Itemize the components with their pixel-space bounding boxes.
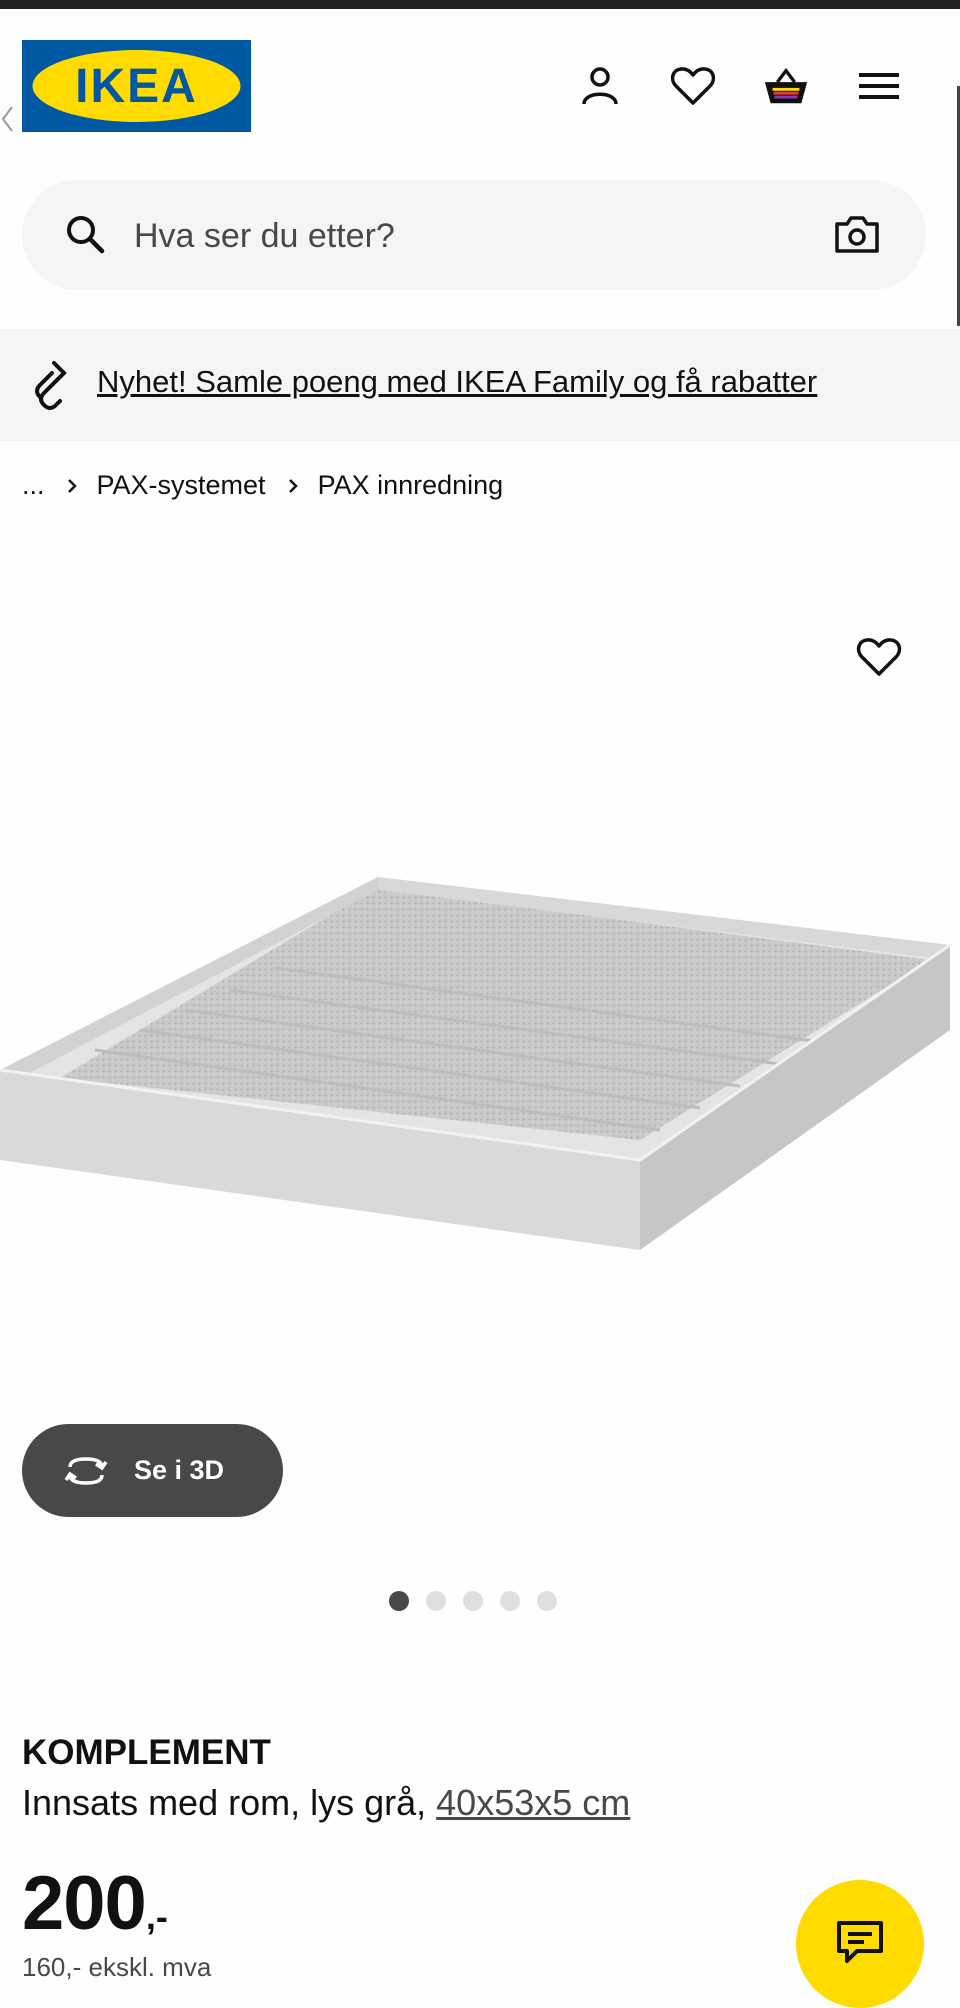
search-icon[interactable] [64, 213, 106, 260]
chevron-right-icon [67, 478, 77, 494]
rotate-3d-icon [62, 1455, 110, 1487]
search-bar[interactable] [22, 180, 926, 290]
chevron-right-icon [288, 478, 298, 494]
product-image[interactable] [0, 860, 960, 1280]
breadcrumb-item[interactable]: PAX innredning [318, 470, 504, 501]
breadcrumb-item[interactable]: PAX-systemet [97, 470, 266, 501]
product-description: Innsats med rom, lys grå, 40x53x5 cm [22, 1782, 630, 1824]
promo-banner: Nyhet! Samle poeng med IKEA Family og få… [0, 329, 960, 441]
breadcrumb: ... PAX-systemet PAX innredning [22, 470, 503, 501]
price-value: 200 [22, 1861, 147, 1946]
heart-icon[interactable] [669, 62, 717, 110]
add-to-favorites-icon[interactable] [856, 636, 902, 683]
cart-icon[interactable] [762, 62, 810, 110]
product-description-text: Innsats med rom, lys grå, [22, 1782, 427, 1823]
product-dimensions-link[interactable]: 40x53x5 cm [436, 1782, 630, 1823]
ikea-family-icon [30, 359, 70, 418]
product-name: KOMPLEMENT [22, 1733, 271, 1772]
back-chevron-icon[interactable] [0, 104, 14, 139]
svg-text:IKEA: IKEA [75, 60, 198, 113]
view-in-3d-label: Se i 3D [134, 1455, 225, 1485]
chat-icon [835, 1919, 885, 1970]
pagination-dot[interactable] [500, 1591, 520, 1611]
chat-button[interactable] [796, 1880, 924, 2008]
view-in-3d-button[interactable]: Se i 3D [22, 1424, 283, 1517]
pagination-dot[interactable] [426, 1591, 446, 1611]
pagination-dot-active[interactable] [389, 1591, 409, 1611]
price-excl-vat: 160,- ekskl. mva [22, 1952, 212, 1982]
breadcrumb-ellipsis[interactable]: ... [22, 470, 45, 501]
promo-link[interactable]: Nyhet! Samle poeng med IKEA Family og få… [97, 364, 817, 400]
image-pagination [389, 1591, 557, 1611]
status-bar [0, 0, 960, 9]
pagination-dot[interactable] [537, 1591, 557, 1611]
profile-icon[interactable] [576, 62, 624, 110]
price-currency-suffix: ,- [145, 1896, 168, 1937]
ikea-logo[interactable]: IKEA [22, 40, 251, 132]
search-input[interactable] [132, 208, 816, 264]
menu-icon[interactable] [855, 62, 903, 110]
product-price: 200,- [22, 1860, 168, 1947]
camera-icon[interactable] [834, 214, 880, 259]
pagination-dot[interactable] [463, 1591, 483, 1611]
